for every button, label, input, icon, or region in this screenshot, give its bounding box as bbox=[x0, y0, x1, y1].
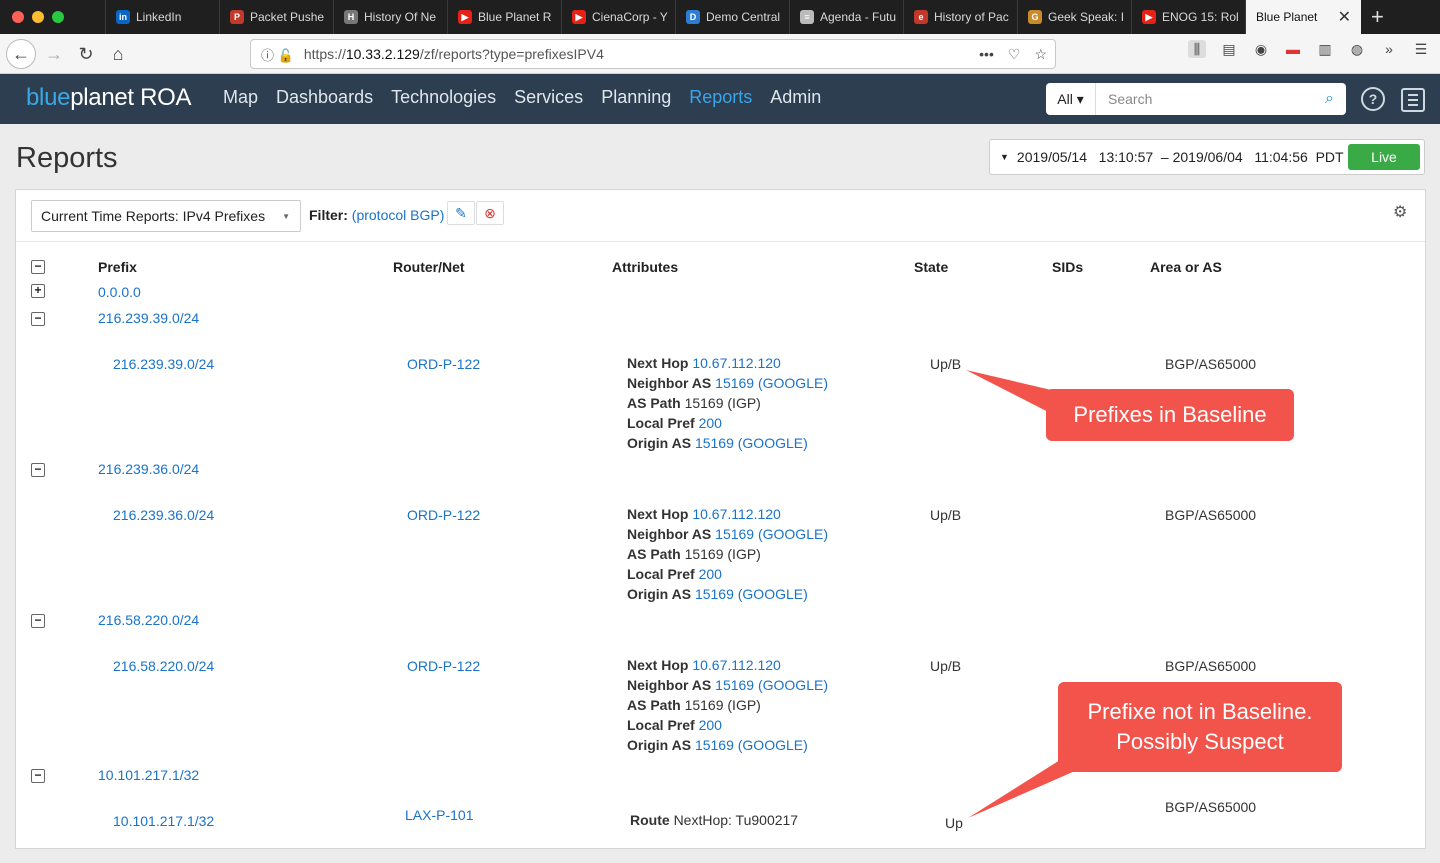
callout-suspect-line1: Prefixe not in Baseline. bbox=[1087, 699, 1313, 724]
callout-suspect-line2: Possibly Suspect bbox=[1116, 729, 1284, 754]
callout-suspect: Prefixe not in Baseline. Possibly Suspec… bbox=[1058, 682, 1342, 772]
callout-baseline: Prefixes in Baseline bbox=[1046, 389, 1294, 441]
